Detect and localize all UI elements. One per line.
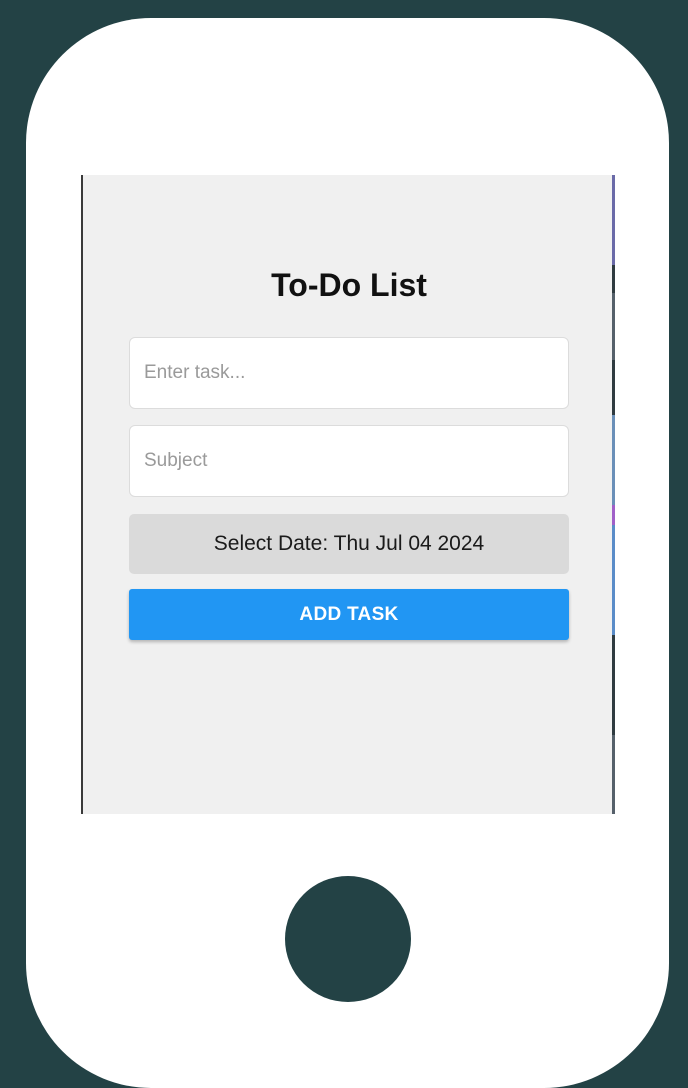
select-date-label: Select Date: Thu Jul 04 2024 [213, 532, 485, 555]
screen-edge-right [612, 175, 615, 814]
add-task-label: ADD TASK [299, 603, 399, 625]
subject-input[interactable] [129, 425, 569, 497]
app-screen: To-Do List Select Date: Thu Jul 04 2024 … [81, 175, 615, 814]
select-date-button[interactable]: Select Date: Thu Jul 04 2024 [129, 514, 569, 574]
page-title: To-Do List [271, 267, 427, 303]
add-task-button[interactable]: ADD TASK [129, 589, 569, 640]
home-button[interactable] [285, 876, 411, 1002]
task-input[interactable] [129, 337, 569, 409]
